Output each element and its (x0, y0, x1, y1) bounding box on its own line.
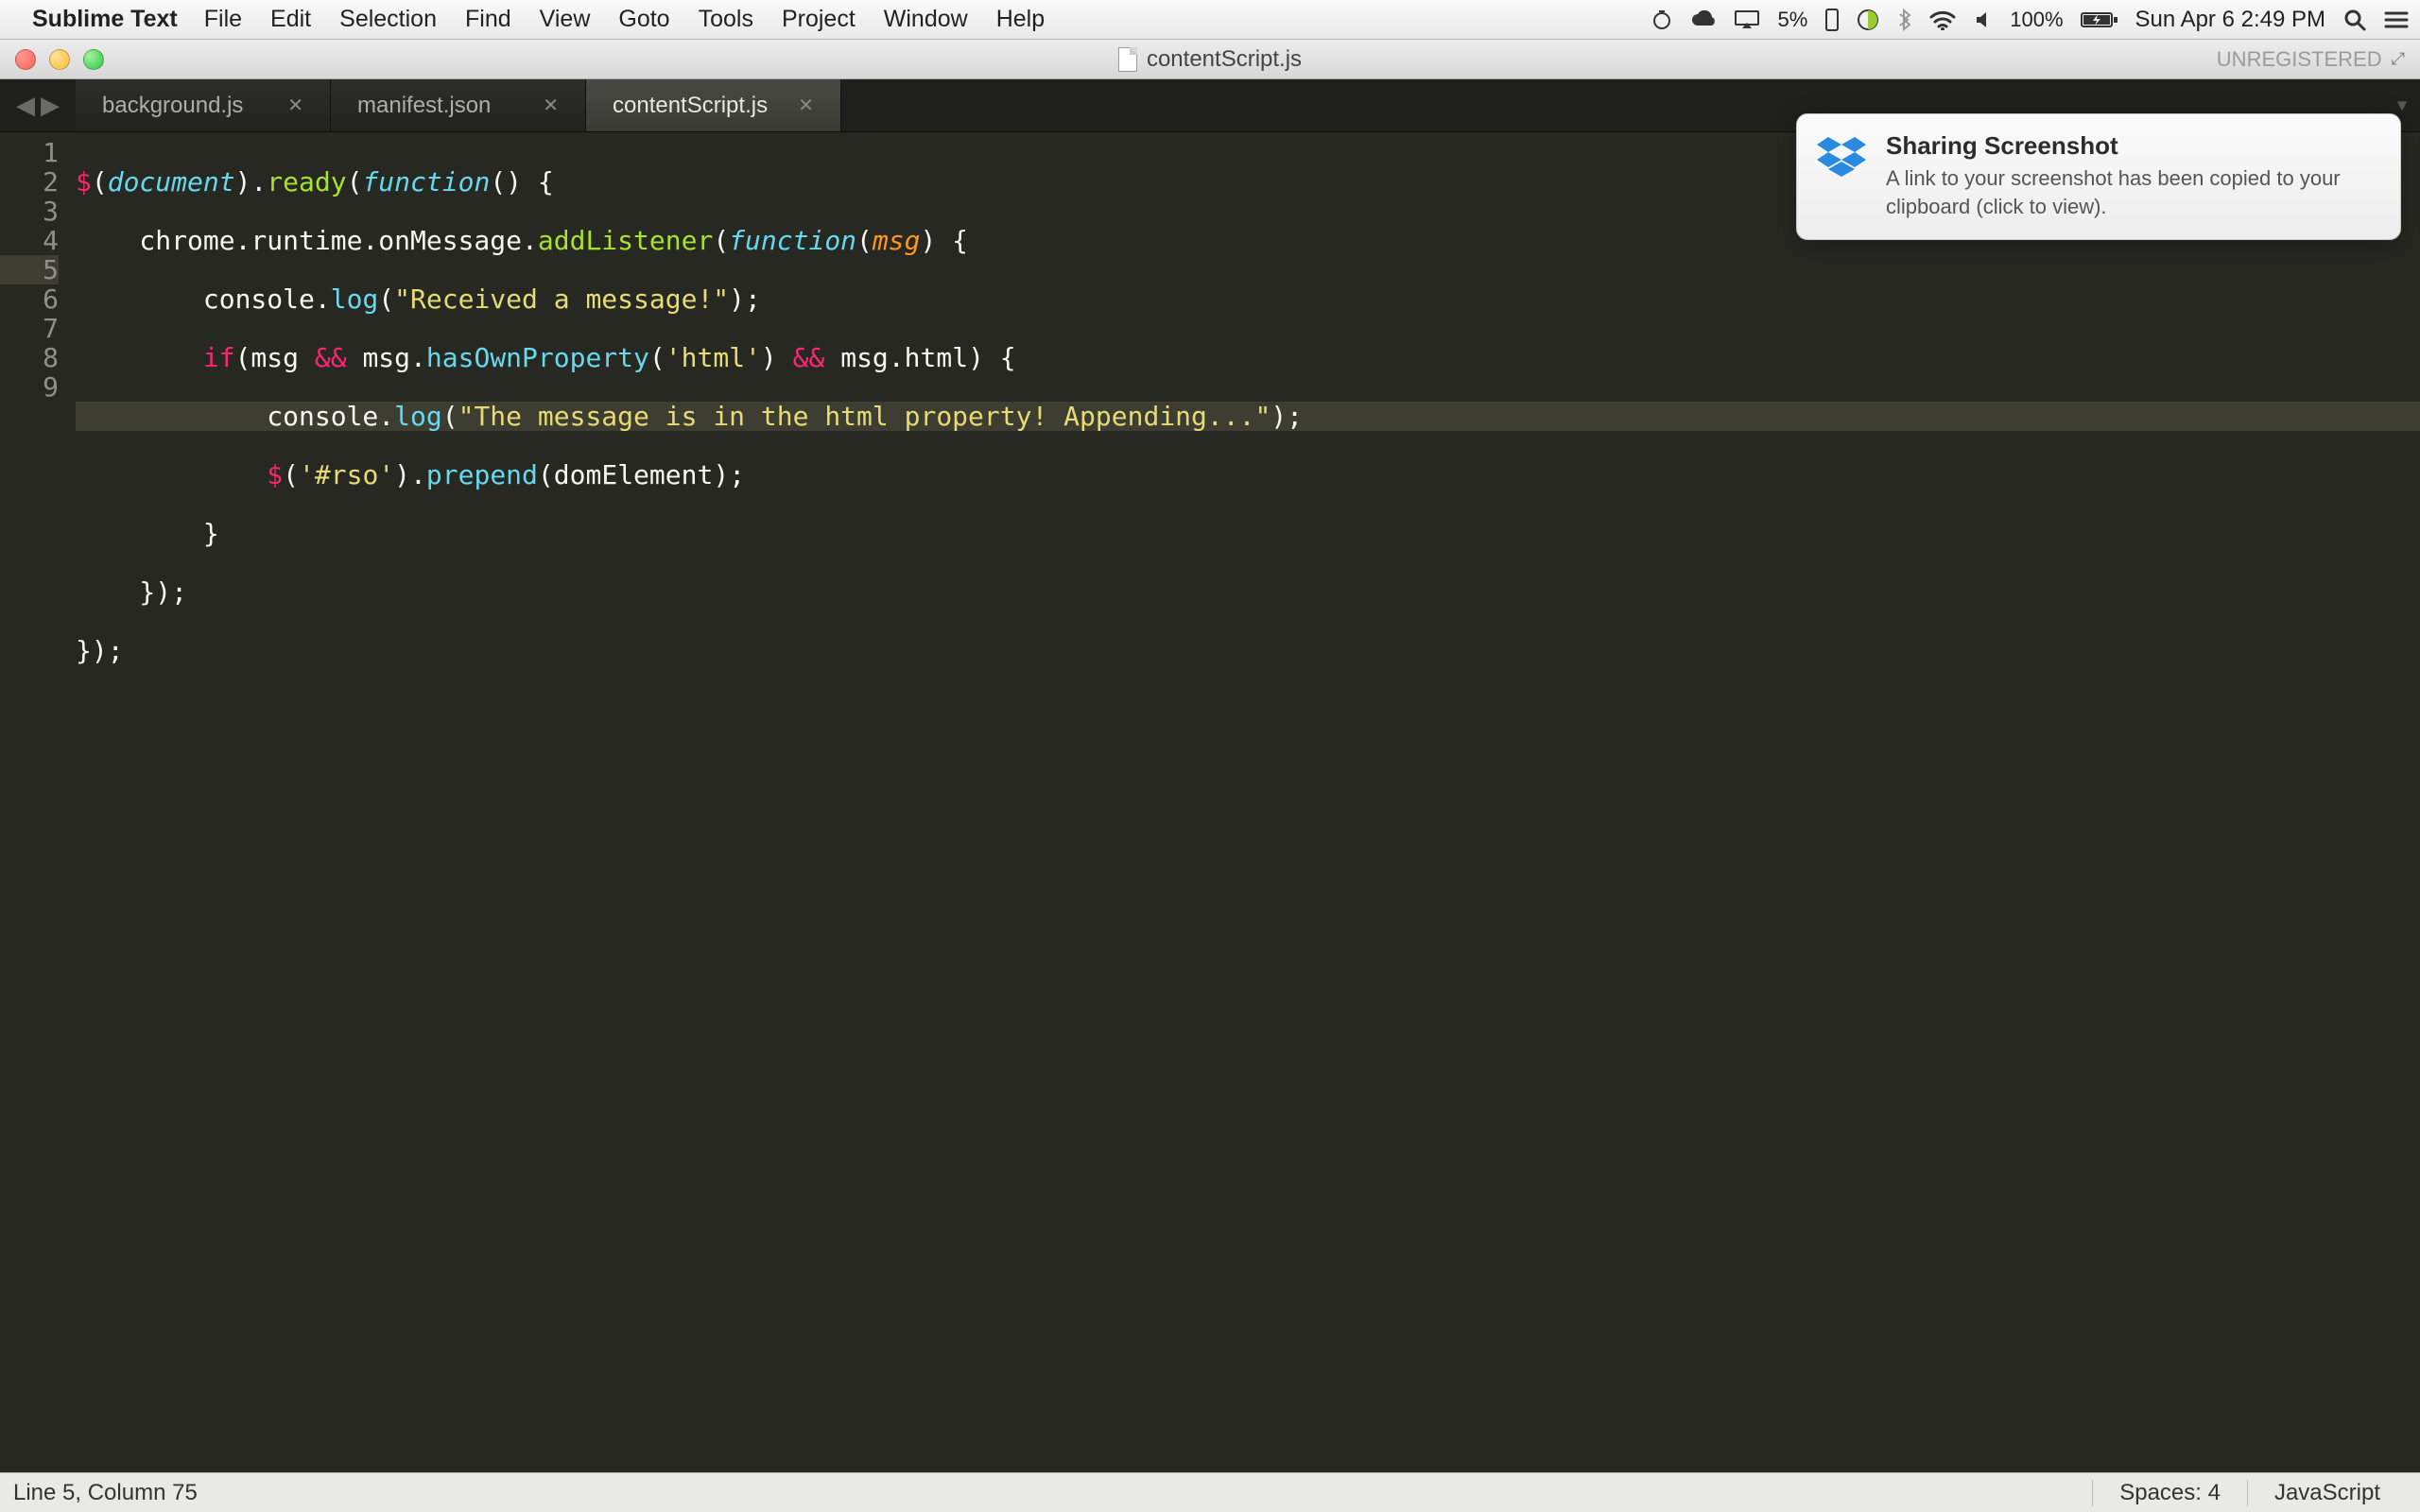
line-number: 2 (0, 167, 59, 197)
indentation-setting[interactable]: Spaces: 4 (2092, 1480, 2247, 1506)
menubar-cloud-icon[interactable] (1690, 10, 1717, 29)
menubar-volume-icon[interactable] (1974, 9, 1993, 30)
menu-tools[interactable]: Tools (699, 6, 753, 33)
tab-label: contentScript.js (613, 93, 768, 119)
notification-center-icon[interactable] (2384, 9, 2409, 30)
menubar-airplay-icon[interactable] (1734, 9, 1760, 30)
menubar-phone-battery-icon[interactable] (1824, 8, 1840, 32)
menu-find[interactable]: Find (465, 6, 511, 33)
line-number: 5 (0, 255, 59, 284)
cursor-position: Line 5, Column 75 (13, 1480, 198, 1506)
spotlight-icon[interactable] (2342, 8, 2367, 32)
window-close-button[interactable] (15, 49, 36, 70)
line-number-gutter: 1 2 3 4 5 6 7 8 9 (0, 132, 76, 1472)
tab-overflow-icon[interactable]: ▼ (2394, 95, 2411, 115)
window-zoom-button[interactable] (83, 49, 104, 70)
nav-back-icon[interactable]: ◀ (16, 91, 35, 120)
battery-right-percent: 100% (2010, 8, 2063, 32)
line-number: 8 (0, 343, 59, 372)
menu-window[interactable]: Window (884, 6, 968, 33)
dropbox-notification[interactable]: Sharing Screenshot A link to your screen… (1796, 113, 2401, 240)
line-number: 3 (0, 197, 59, 226)
menu-view[interactable]: View (540, 6, 591, 33)
line-number: 9 (0, 372, 59, 402)
fullscreen-icon[interactable]: ⤢ (2392, 49, 2405, 69)
tab-background-js[interactable]: background.js ✕ (76, 79, 331, 131)
registration-label: UNREGISTERED (2217, 47, 2382, 72)
tab-contentscript-js[interactable]: contentScript.js ✕ (586, 79, 841, 131)
status-bar: Line 5, Column 75 Spaces: 4 JavaScript (0, 1472, 2420, 1512)
menubar-wifi-icon[interactable] (1928, 9, 1957, 30)
macos-menubar: Sublime Text File Edit Selection Find Vi… (0, 0, 2420, 40)
window-title: contentScript.js (1147, 46, 1302, 73)
editor-window: contentScript.js UNREGISTERED ⤢ ◀ ▶ back… (0, 40, 2420, 1512)
dropbox-icon (1814, 131, 1869, 186)
syntax-setting[interactable]: JavaScript (2247, 1480, 2407, 1506)
document-icon (1118, 47, 1137, 72)
window-titlebar: contentScript.js UNREGISTERED ⤢ (0, 40, 2420, 79)
code-content[interactable]: $(document).ready(function() { chrome.ru… (76, 132, 2420, 1472)
menubar-timer-icon[interactable] (1651, 9, 1673, 31)
line-number: 6 (0, 284, 59, 314)
tab-close-icon[interactable]: ✕ (543, 94, 559, 117)
tab-close-icon[interactable]: ✕ (798, 94, 814, 117)
menu-goto[interactable]: Goto (618, 6, 669, 33)
tab-label: manifest.json (357, 93, 491, 119)
notification-title: Sharing Screenshot (1886, 131, 2379, 161)
menu-edit[interactable]: Edit (270, 6, 311, 33)
menu-help[interactable]: Help (996, 6, 1045, 33)
tab-label: background.js (102, 93, 243, 119)
tab-manifest-json[interactable]: manifest.json ✕ (331, 79, 586, 131)
menubar-bluetooth-icon[interactable] (1896, 9, 1911, 31)
nav-forward-icon[interactable]: ▶ (41, 91, 60, 120)
code-editor[interactable]: 1 2 3 4 5 6 7 8 9 $(document).ready(func… (0, 132, 2420, 1472)
menu-selection[interactable]: Selection (339, 6, 437, 33)
line-number: 4 (0, 226, 59, 255)
menu-file[interactable]: File (204, 6, 242, 33)
tab-close-icon[interactable]: ✕ (287, 94, 303, 117)
menu-project[interactable]: Project (782, 6, 856, 33)
menubar-disk-icon[interactable] (1857, 9, 1879, 31)
battery-left-percent: 5% (1777, 8, 1807, 32)
menubar-datetime[interactable]: Sun Apr 6 2:49 PM (2135, 7, 2325, 33)
window-minimize-button[interactable] (49, 49, 70, 70)
line-number: 7 (0, 314, 59, 343)
app-name[interactable]: Sublime Text (32, 6, 178, 33)
line-number: 1 (0, 138, 59, 167)
menubar-battery-icon[interactable] (2081, 10, 2118, 29)
notification-body: A link to your screenshot has been copie… (1886, 164, 2379, 220)
